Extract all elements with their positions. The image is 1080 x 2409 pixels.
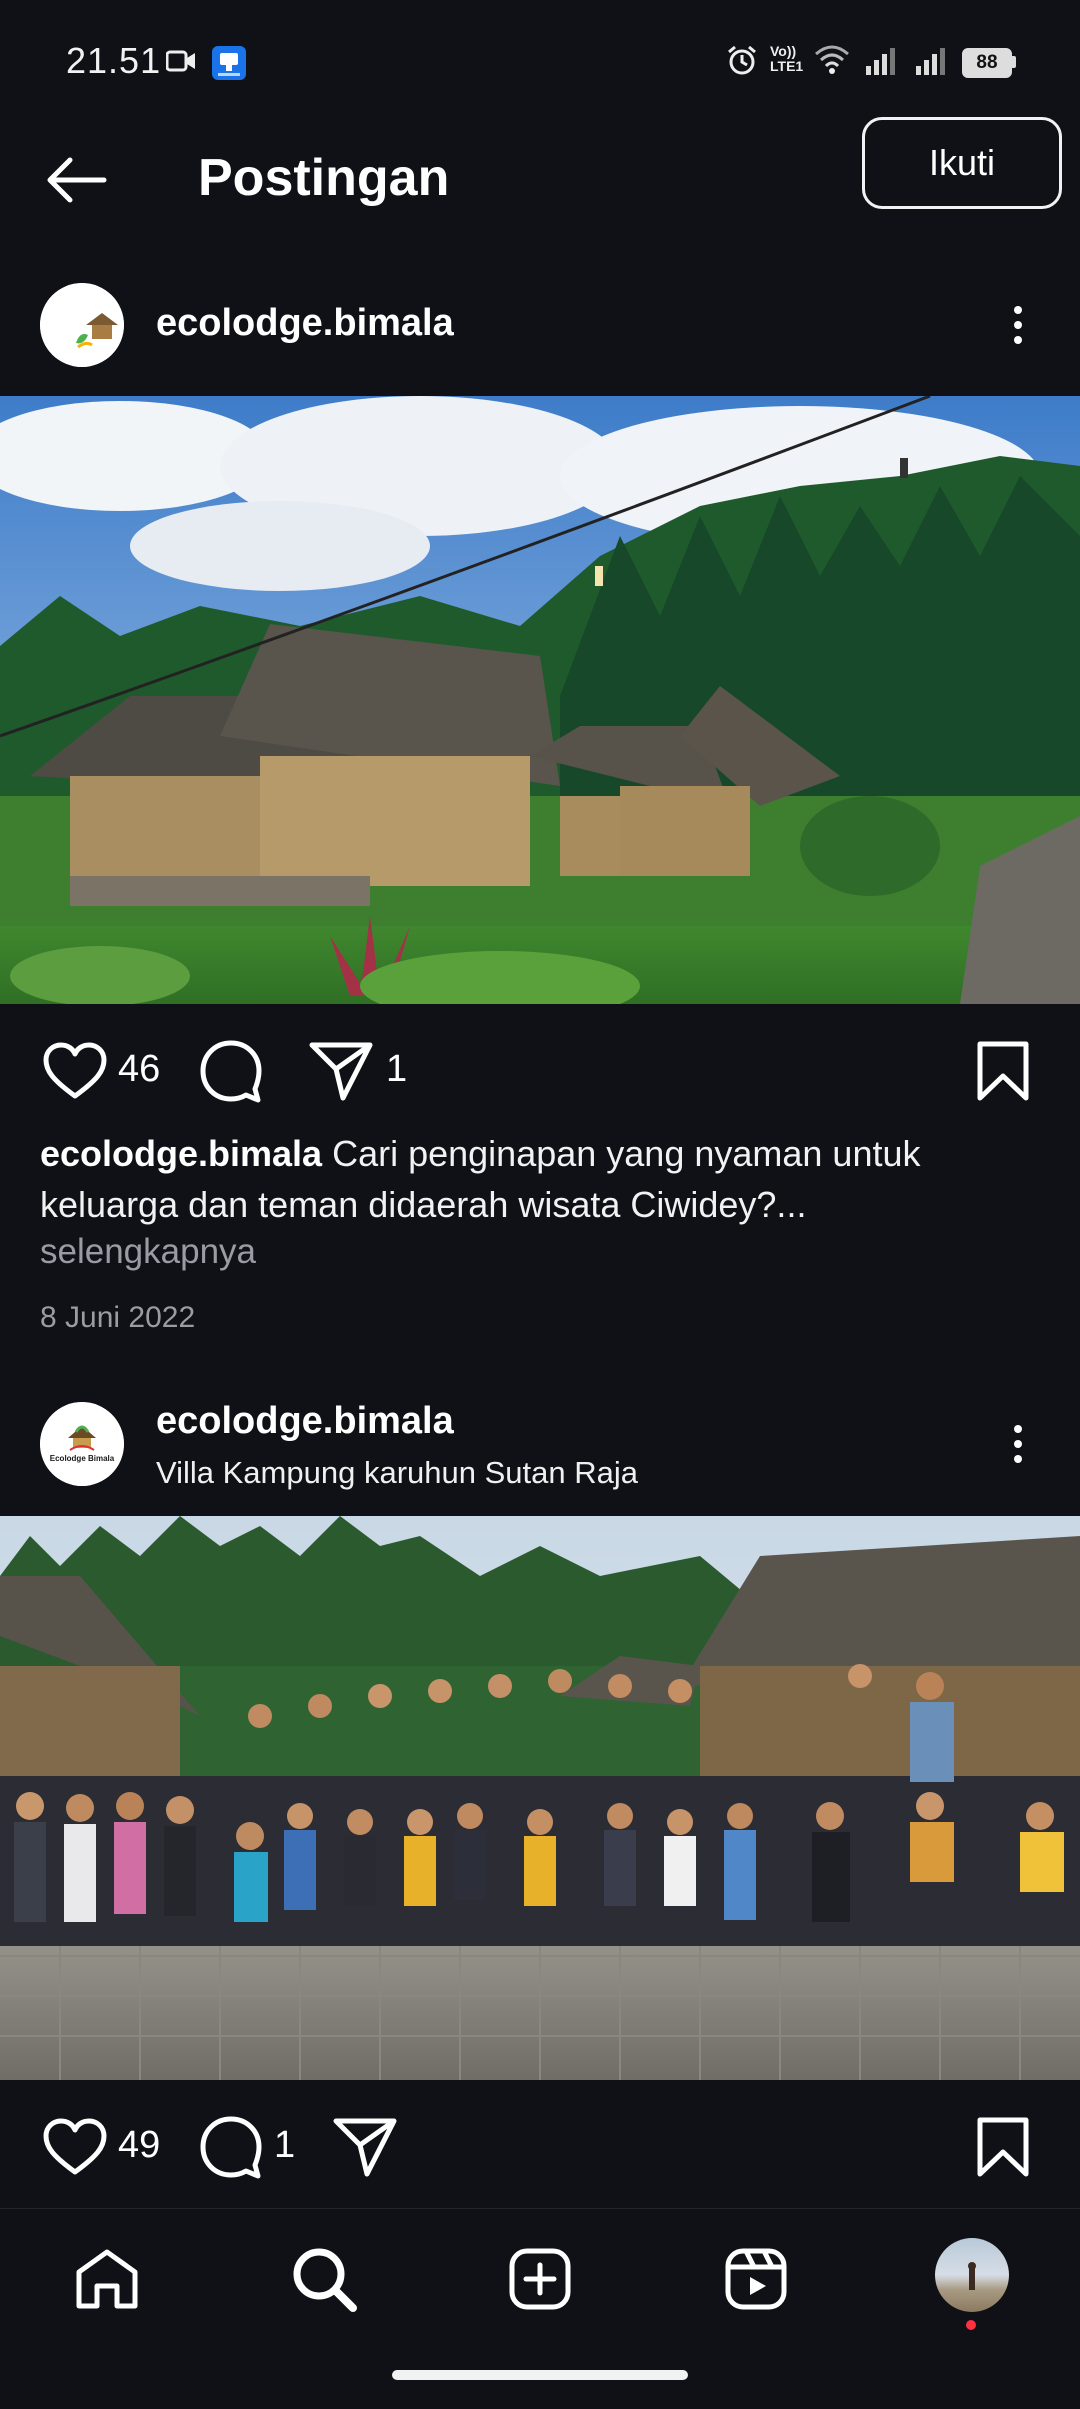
post2-photo[interactable]: [0, 1516, 1080, 2080]
post1-see-more-link[interactable]: selengkapnya: [40, 1232, 256, 1272]
nav-profile-button[interactable]: [935, 2238, 1009, 2312]
post2-share-button[interactable]: [330, 2112, 400, 2182]
post1-share-count: 1: [386, 1048, 408, 1090]
paper-plane-icon: [333, 2118, 397, 2177]
notification-dot: [966, 2320, 976, 2330]
post2-comment-count[interactable]: 1: [274, 2124, 295, 2167]
ecolodge-bimala-logo: [40, 1402, 124, 1486]
notification-app-icon: [212, 46, 246, 80]
search-icon: [293, 2248, 357, 2312]
bookmark-icon: [977, 2117, 1029, 2177]
volte-label-top: Vo)): [770, 43, 797, 59]
post2-avatar-logo-text: Ecolodge Bimala: [49, 1454, 115, 1463]
post1-caption: ecolodge.bimala Cari penginapan yang nya…: [40, 1128, 1000, 1230]
plus-square-icon: [509, 2248, 571, 2310]
volte-label-bottom: LTE1: [770, 58, 804, 74]
bookmark-icon: [977, 1041, 1029, 1101]
battery-tip: [1012, 56, 1016, 68]
post2-username[interactable]: ecolodge.bimala: [156, 1400, 454, 1443]
status-time: 21.51: [66, 40, 162, 81]
back-button[interactable]: [36, 140, 116, 220]
post2-photo-image: [0, 1516, 1080, 2080]
post1-caption-username[interactable]: ecolodge.bimala: [40, 1133, 322, 1174]
more-vertical-icon: [1014, 306, 1022, 314]
post1-photo-image: [0, 396, 1080, 1004]
post2-comment-button[interactable]: [196, 2112, 266, 2182]
paper-plane-icon: [309, 1042, 373, 1101]
follow-button[interactable]: Ikuti: [862, 117, 1062, 209]
comment-bubble-icon: [200, 1040, 262, 1103]
battery-indicator: 88: [962, 48, 1012, 78]
home-indicator[interactable]: [392, 2370, 688, 2380]
post1-avatar[interactable]: [40, 283, 124, 367]
nav-reels-button[interactable]: [711, 2234, 801, 2324]
post2-like-count[interactable]: 49: [118, 2124, 160, 2167]
post1-photo[interactable]: [0, 396, 1080, 1004]
signal-strength-icon-2: [914, 46, 948, 81]
post1-save-button[interactable]: [970, 1036, 1036, 1106]
nav-search-button[interactable]: [279, 2234, 369, 2324]
page-title: Postingan: [198, 149, 450, 207]
comment-bubble-icon: [200, 2116, 262, 2179]
nav-home-button[interactable]: [62, 2234, 152, 2324]
alarm-icon: [726, 44, 758, 81]
heart-icon: [43, 1042, 107, 1099]
profile-avatar-image: [968, 2262, 976, 2290]
status-bar: 21.51 Vo)) LTE1 88: [0, 0, 1080, 120]
video-camera-icon: [165, 48, 196, 79]
wifi-icon: [814, 44, 850, 79]
volte-icon: Vo)) LTE1: [770, 44, 803, 74]
post1-like-button[interactable]: [40, 1036, 110, 1106]
post1-comment-button[interactable]: [196, 1036, 266, 1106]
ecolodge-logo-icon: [40, 283, 124, 367]
post2-like-button[interactable]: [40, 2112, 110, 2182]
post1-like-count[interactable]: 46: [118, 1048, 160, 1091]
post2-location[interactable]: Villa Kampung karuhun Sutan Raja: [156, 1455, 638, 1491]
post2-avatar[interactable]: Ecolodge Bimala: [40, 1402, 124, 1486]
heart-icon: [43, 2118, 107, 2175]
arrow-left-icon: [47, 157, 107, 203]
post1-date: 8 Juni 2022: [40, 1301, 196, 1334]
post2-more-options-button[interactable]: [998, 1414, 1038, 1474]
home-icon: [76, 2249, 138, 2309]
post1-more-options-button[interactable]: [998, 295, 1038, 355]
post1-share-button[interactable]: [306, 1036, 376, 1106]
nav-create-button[interactable]: [495, 2234, 585, 2324]
reels-icon: [725, 2248, 787, 2310]
signal-strength-icon: [864, 46, 898, 81]
post1-username[interactable]: ecolodge.bimala: [156, 302, 454, 345]
more-vertical-icon: [1014, 1425, 1022, 1433]
post2-save-button[interactable]: [970, 2112, 1036, 2182]
